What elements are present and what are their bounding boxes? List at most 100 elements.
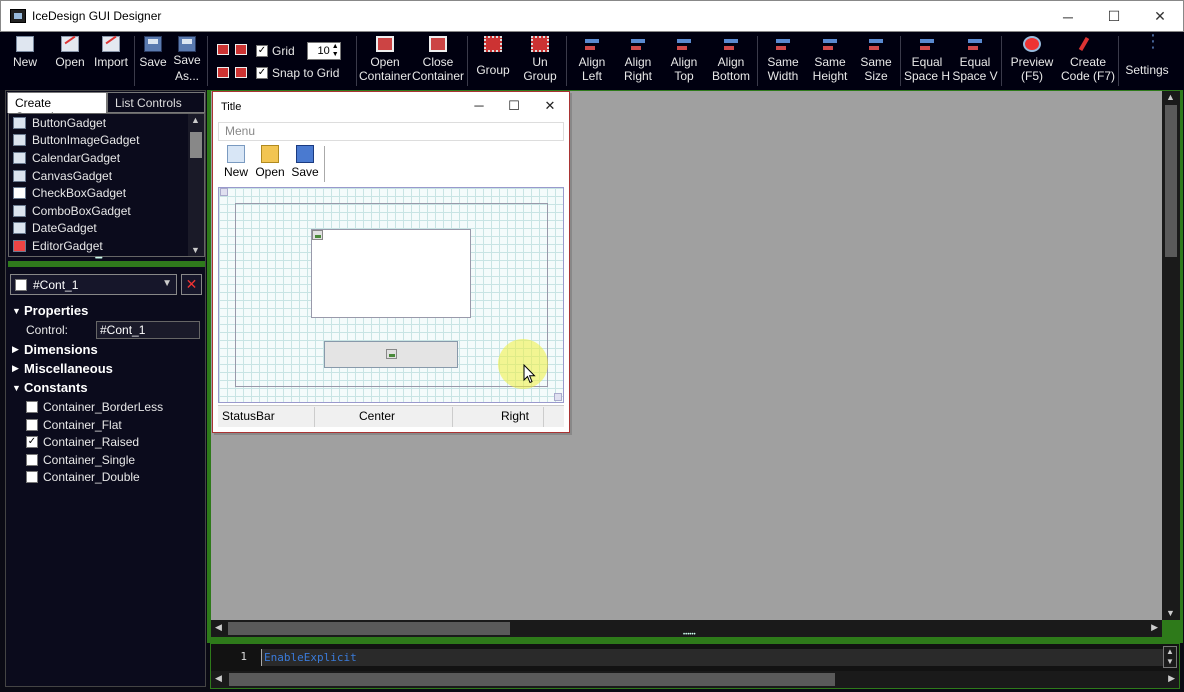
save-as-button[interactable]: Save As... <box>169 32 205 90</box>
container-flat-checkbox[interactable] <box>26 419 38 431</box>
list-item[interactable]: CanvasGadget <box>9 167 204 185</box>
control-select[interactable]: #Cont_1 ▼ <box>10 274 177 295</box>
scroll-right-icon[interactable]: ▶ <box>1168 673 1175 684</box>
container-double-checkbox[interactable] <box>26 471 38 483</box>
spinner-arrows-icon[interactable]: ▲ ▼ <box>332 43 339 59</box>
list-item[interactable]: ButtonGadget <box>9 114 204 132</box>
list-item[interactable]: CalendarGadget <box>9 149 204 167</box>
scroll-up-icon[interactable]: ▲ <box>1166 92 1175 102</box>
miscellaneous-section[interactable]: ▶ Miscellaneous <box>12 361 113 376</box>
resize-handle[interactable] <box>554 393 562 401</box>
list-item[interactable]: ButtonImageGadget <box>9 132 204 150</box>
dimensions-section[interactable]: ▶ Dimensions <box>12 342 98 357</box>
align-bottom-button[interactable]: Align Bottom <box>707 32 755 90</box>
group-icon <box>484 36 502 52</box>
design-minimize-icon: ─ <box>474 98 484 113</box>
copy-icon[interactable] <box>235 44 247 55</box>
editor-scroll-arrows-icon[interactable]: ▲ ▼ <box>1163 646 1177 668</box>
equal-space-v-button[interactable]: Equal Space V <box>951 32 999 90</box>
open-container-button[interactable]: Open Container <box>359 32 411 90</box>
duplicate-icon[interactable] <box>235 67 247 78</box>
scroll-left-icon[interactable]: ◀ <box>215 622 222 633</box>
scroll-thumb[interactable] <box>228 622 510 635</box>
design-status-bar: StatusBar Center Right <box>218 405 564 427</box>
group-button[interactable]: Group <box>470 32 516 90</box>
align-top-button[interactable]: Align Top <box>661 32 707 90</box>
tab-list-controls[interactable]: List Controls <box>107 92 205 113</box>
create-code-button[interactable]: Create Code (F7) <box>1060 32 1116 90</box>
code-editor[interactable]: 1 EnableExplicit ▲ ▼ ◀ ▶ <box>210 643 1180 689</box>
import-button[interactable]: Import <box>90 32 132 90</box>
container-borderless-checkbox[interactable] <box>26 401 38 413</box>
preview-button[interactable]: Preview (F5) <box>1004 32 1060 90</box>
snap-to-grid-checkbox[interactable]: ✓ <box>256 67 268 79</box>
controls-scrollbar[interactable]: ▲ ▼ <box>188 114 204 256</box>
same-height-button[interactable]: Same Height <box>806 32 854 90</box>
save-button[interactable]: Save <box>137 32 169 90</box>
settings-button[interactable]: Settings <box>1121 32 1173 90</box>
open-button[interactable]: Open <box>50 32 90 90</box>
same-size-button[interactable]: Same Size <box>854 32 898 90</box>
new-button[interactable]: New <box>0 32 50 90</box>
properties-section[interactable]: ▼ Properties <box>12 303 88 318</box>
status-field: StatusBar <box>222 409 275 423</box>
list-item[interactable]: CheckBoxGadget <box>9 184 204 202</box>
close-button[interactable]: ✕ <box>1137 1 1183 32</box>
grid-checkbox[interactable]: ✓ <box>256 45 268 57</box>
panel-splitter[interactable] <box>8 256 205 267</box>
editor-gadget-icon <box>13 239 26 252</box>
cut-icon[interactable] <box>217 44 229 55</box>
constants-section[interactable]: ▼ Constants <box>12 380 88 395</box>
maximize-button[interactable]: ☐ <box>1091 1 1137 32</box>
save-as-icon <box>178 36 196 52</box>
scroll-thumb[interactable] <box>190 132 202 158</box>
paste-icon[interactable] <box>217 67 229 78</box>
design-toolbar-save[interactable]: Save <box>290 145 320 179</box>
scroll-up-icon[interactable]: ▲ <box>191 115 200 125</box>
align-right-button[interactable]: Align Right <box>615 32 661 90</box>
container-raised-checkbox[interactable]: ✓ <box>26 436 38 448</box>
constant-borderless-row[interactable]: Container_BorderLess <box>26 400 163 414</box>
design-toolbar-new[interactable]: New <box>221 145 251 179</box>
equal-space-h-button[interactable]: Equal Space H <box>903 32 951 90</box>
close-container-button[interactable]: Close Container <box>411 32 465 90</box>
design-menu-bar[interactable]: Menu <box>218 122 564 141</box>
close-container-icon <box>429 36 447 52</box>
align-left-button[interactable]: Align Left <box>569 32 615 90</box>
constant-single-row[interactable]: Container_Single <box>26 453 135 467</box>
scroll-left-icon[interactable]: ◀ <box>215 673 222 684</box>
expanded-arrow-icon: ▼ <box>12 305 21 316</box>
resize-handle[interactable] <box>220 188 228 196</box>
scroll-down-icon[interactable]: ▼ <box>191 245 200 255</box>
control-name-field[interactable]: #Cont_1 <box>96 321 200 339</box>
list-item[interactable]: ComboBoxGadget <box>9 202 204 220</box>
left-panel: Create Controls List Controls ButtonGadg… <box>5 90 206 687</box>
open-container-icon <box>376 36 394 52</box>
canvas-gadget-icon <box>13 169 26 182</box>
delete-control-button[interactable]: ✕ <box>181 274 202 295</box>
design-toolbar-open[interactable]: Open <box>255 145 285 179</box>
controls-list[interactable]: ButtonGadget ButtonImageGadget CalendarG… <box>8 113 205 257</box>
scroll-thumb[interactable] <box>1165 105 1177 257</box>
design-vertical-scrollbar[interactable]: ▲ ▼ <box>1162 91 1180 620</box>
scroll-down-icon[interactable]: ▼ <box>1166 608 1175 618</box>
tab-create-controls[interactable]: Create Controls <box>7 92 108 124</box>
editor-horizontal-scrollbar[interactable]: ◀ ▶ <box>211 671 1179 688</box>
list-item[interactable]: DateGadget <box>9 220 204 238</box>
constant-raised-row[interactable]: ✓ Container_Raised <box>26 435 139 449</box>
constant-double-row[interactable]: Container_Double <box>26 470 140 484</box>
grid-size-spinner[interactable]: 10 ▲ ▼ <box>306 42 341 60</box>
image-gadget[interactable] <box>311 229 471 318</box>
scroll-thumb[interactable] <box>229 673 835 686</box>
ungroup-button[interactable]: Un Group <box>516 32 564 90</box>
list-item[interactable]: EditorGadget <box>9 237 204 255</box>
container-single-checkbox[interactable] <box>26 454 38 466</box>
minimize-button[interactable]: ─ <box>1045 1 1091 32</box>
scroll-right-icon[interactable]: ▶ <box>1151 622 1158 633</box>
app-icon <box>10 9 26 23</box>
create-code-icon <box>1079 36 1097 52</box>
code-line[interactable]: EnableExplicit <box>261 649 1165 666</box>
same-width-button[interactable]: Same Width <box>760 32 806 90</box>
constant-flat-row[interactable]: Container_Flat <box>26 418 122 432</box>
folder-icon <box>261 145 279 163</box>
